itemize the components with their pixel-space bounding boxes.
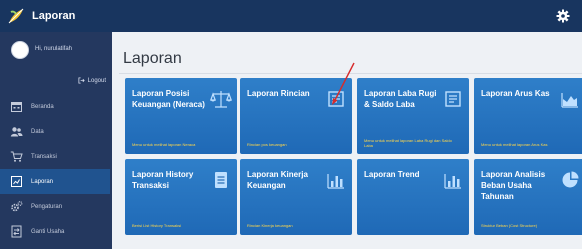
sidebar-item-label: Pengaturan bbox=[31, 203, 63, 210]
tile-title: Laporan Laba Rugi & Saldo Laba bbox=[364, 89, 437, 109]
tile-description: Struktur Beban (Cost Structure) bbox=[481, 223, 538, 228]
sidebar-item-label: Beranda bbox=[31, 103, 54, 110]
tile-laporan-kinerja-keuangan[interactable]: Laporan Kinerja Keuangan Rincian Kinerja… bbox=[240, 159, 352, 235]
calendar-icon bbox=[9, 99, 24, 114]
tile-title: Laporan Analisis Beban Usaha Tahunan bbox=[481, 170, 546, 201]
top-bar: Laporan bbox=[0, 0, 582, 32]
annotation-arrow-icon bbox=[332, 62, 355, 105]
tile-title: Laporan Posisi Keuangan (Neraca) bbox=[132, 89, 205, 109]
sidebar-menu: Beranda Data Transaksi Laporan Pengatura… bbox=[0, 94, 112, 244]
sidebar-item-label: Transaksi bbox=[31, 153, 57, 160]
tile-description: Menu untuk melihat laporan Neraca bbox=[132, 142, 196, 147]
sidebar-item-label: Ganti Usaha bbox=[31, 228, 65, 235]
tile-description: Menu untuk melihat laporan Laba Rugi dan… bbox=[364, 138, 452, 148]
tile-title: Laporan History Transaksi bbox=[132, 170, 194, 190]
tile-laporan-analisis-beban-usaha[interactable]: Laporan Analisis Beban Usaha Tahunan Str… bbox=[474, 159, 582, 235]
gears-icon bbox=[9, 199, 24, 214]
tile-laporan-trend[interactable]: Laporan Trend bbox=[357, 159, 469, 235]
report-icon bbox=[9, 174, 24, 189]
logout-button[interactable]: Logout bbox=[78, 77, 106, 84]
logout-label: Logout bbox=[87, 77, 106, 84]
tile-description: Rincian Kinerja keuangan bbox=[247, 223, 293, 228]
user-greeting: Hi, nurulatifah bbox=[35, 46, 73, 52]
tile-laporan-laba-rugi[interactable]: Laporan Laba Rugi & Saldo Laba Menu untu… bbox=[357, 78, 469, 154]
tile-title: Laporan Arus Kas bbox=[481, 89, 550, 98]
area-chart-icon bbox=[561, 93, 578, 108]
pie-chart-icon bbox=[562, 171, 579, 188]
tile-title: Laporan Kinerja Keuangan bbox=[247, 170, 308, 190]
page-title: Laporan bbox=[123, 50, 182, 67]
gear-icon[interactable] bbox=[556, 9, 570, 23]
sidebar-item-data[interactable]: Data bbox=[0, 119, 112, 144]
sidebar-item-beranda[interactable]: Beranda bbox=[0, 94, 112, 119]
sidebar-item-label: Data bbox=[31, 128, 44, 135]
avatar[interactable] bbox=[11, 41, 29, 59]
people-icon bbox=[9, 124, 24, 139]
document-icon bbox=[445, 91, 461, 107]
tile-laporan-posisi-keuangan[interactable]: Laporan Posisi Keuangan (Neraca) Menu un… bbox=[125, 78, 237, 154]
tile-laporan-history-transaksi[interactable]: Laporan History Transaksi Berisi List Hi… bbox=[125, 159, 237, 235]
tile-description: Berisi List History Transaksi bbox=[132, 223, 182, 228]
scale-icon bbox=[210, 91, 232, 108]
sidebar-item-label: Laporan bbox=[31, 178, 54, 185]
tile-laporan-arus-kas[interactable]: Laporan Arus Kas Menu untuk melihat lapo… bbox=[474, 78, 582, 154]
sidebar-item-transaksi[interactable]: Transaksi bbox=[0, 144, 112, 169]
user-panel: Hi, nurulatifah Logout bbox=[0, 32, 112, 94]
leaf-logo-icon bbox=[8, 8, 24, 24]
cart-icon bbox=[9, 149, 24, 164]
tile-description: Menu untuk melihat laporan Arus Kas bbox=[481, 142, 548, 147]
bar-chart-icon bbox=[327, 174, 344, 189]
tile-title: Laporan Trend bbox=[364, 170, 420, 179]
tile-description: Rincian pos keuangan bbox=[247, 142, 287, 147]
sidebar-item-ganti-usaha[interactable]: Ganti Usaha bbox=[0, 219, 112, 244]
document-list-icon bbox=[215, 172, 227, 188]
brand[interactable]: Laporan bbox=[6, 6, 75, 26]
bar-chart-icon bbox=[444, 174, 461, 189]
swap-icon bbox=[9, 224, 24, 239]
tile-title: Laporan Rincian bbox=[247, 89, 310, 98]
sidebar-item-laporan[interactable]: Laporan bbox=[0, 169, 110, 194]
sidebar-item-pengaturan[interactable]: Pengaturan bbox=[0, 194, 112, 219]
app-title: Laporan bbox=[32, 10, 76, 22]
sidebar: Hi, nurulatifah Logout Beranda Data Tran… bbox=[0, 32, 112, 249]
logout-icon bbox=[78, 77, 85, 84]
